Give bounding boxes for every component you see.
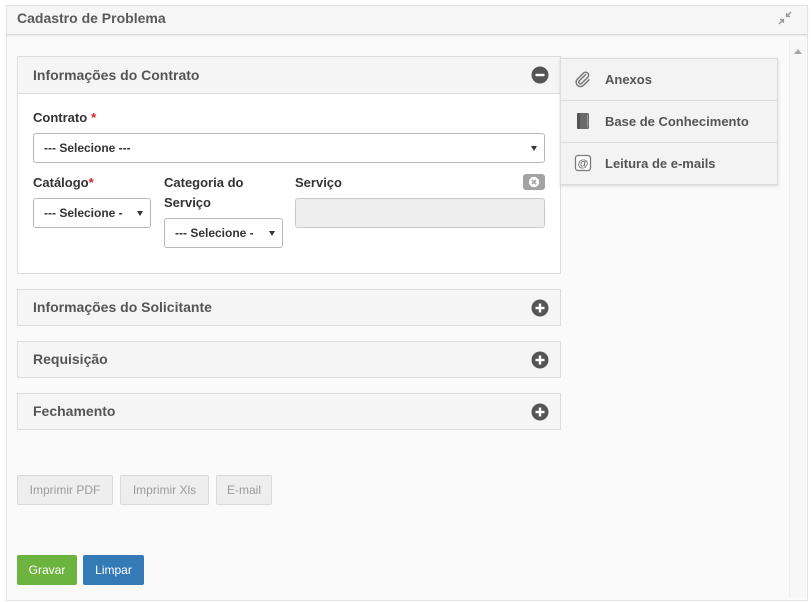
contract-select[interactable]: --- Selecione --- bbox=[33, 133, 545, 163]
compress-icon[interactable] bbox=[778, 11, 792, 25]
section-title-requester: Informações do Solicitante bbox=[33, 299, 212, 315]
print-pdf-button[interactable]: Imprimir PDF bbox=[17, 475, 113, 505]
section-header-request[interactable]: Requisição bbox=[18, 342, 560, 377]
clear-form-button[interactable]: Limpar bbox=[83, 555, 144, 585]
section-title-closing: Fechamento bbox=[33, 403, 116, 419]
at-sign-icon: @ bbox=[574, 154, 592, 172]
section-title-contract: Informações do Contrato bbox=[33, 67, 200, 83]
service-label: Serviço bbox=[295, 175, 342, 190]
section-header-contract[interactable]: Informações do Contrato bbox=[18, 57, 560, 94]
required-mark: * bbox=[91, 110, 97, 125]
print-xls-button[interactable]: Imprimir Xls bbox=[120, 475, 209, 505]
section-header-closing[interactable]: Fechamento bbox=[18, 394, 560, 429]
chevron-down-icon bbox=[137, 211, 143, 216]
section-contract-info: Informações do Contrato Contrato * --- Se… bbox=[17, 56, 561, 274]
side-menu-label: Leitura de e-mails bbox=[605, 156, 716, 171]
clear-circle-icon[interactable] bbox=[523, 174, 545, 190]
service-category-select[interactable]: --- Selecione - bbox=[164, 218, 283, 248]
side-menu-item-attachments[interactable]: Anexos bbox=[561, 59, 777, 101]
catalog-select[interactable]: --- Selecione - bbox=[33, 198, 151, 228]
chevron-down-icon bbox=[269, 231, 275, 236]
section-title-request: Requisição bbox=[33, 351, 108, 367]
side-menu-item-email-reading[interactable]: @ Leitura de e-mails bbox=[561, 143, 777, 185]
catalog-label: Catálogo* bbox=[33, 175, 94, 191]
side-menu-item-knowledge-base[interactable]: Base de Conhecimento bbox=[561, 101, 777, 143]
window-title: Cadastro de Problema bbox=[17, 10, 166, 26]
side-menu-label: Base de Conhecimento bbox=[605, 114, 749, 129]
catalog-select-value: --- Selecione - bbox=[44, 206, 123, 220]
service-field[interactable] bbox=[295, 198, 545, 228]
plus-circle-icon[interactable] bbox=[531, 403, 549, 421]
email-button[interactable]: E-mail bbox=[216, 475, 272, 505]
paperclip-icon bbox=[574, 70, 592, 88]
contract-label: Contrato * bbox=[33, 110, 96, 126]
vertical-scrollbar[interactable] bbox=[789, 40, 806, 598]
scroll-up-arrow-icon[interactable] bbox=[794, 49, 802, 54]
catalog-label-text: Catálogo bbox=[33, 175, 89, 190]
contract-select-value: --- Selecione --- bbox=[44, 141, 131, 155]
service-category-label: Categoria do Serviço bbox=[164, 175, 244, 210]
required-mark: * bbox=[88, 175, 94, 190]
at-glyph: @ bbox=[578, 158, 589, 170]
side-menu: Anexos Base de Conhecimento @ Leitura de… bbox=[560, 58, 778, 185]
contract-label-text: Contrato bbox=[33, 110, 88, 125]
section-body-contract: Contrato * --- Selecione --- Catálogo* --… bbox=[18, 94, 560, 273]
chevron-down-icon bbox=[531, 146, 537, 151]
section-requester-info: Informações do Solicitante bbox=[17, 289, 561, 326]
plus-circle-icon[interactable] bbox=[531, 299, 549, 317]
book-icon bbox=[574, 112, 592, 130]
minus-circle-icon[interactable] bbox=[531, 66, 549, 84]
section-closing: Fechamento bbox=[17, 393, 561, 430]
plus-circle-icon[interactable] bbox=[531, 351, 549, 369]
section-header-requester[interactable]: Informações do Solicitante bbox=[18, 290, 560, 325]
service-category-select-value: --- Selecione - bbox=[175, 226, 254, 240]
side-menu-label: Anexos bbox=[605, 72, 652, 87]
save-button[interactable]: Gravar bbox=[17, 555, 77, 585]
section-request: Requisição bbox=[17, 341, 561, 378]
